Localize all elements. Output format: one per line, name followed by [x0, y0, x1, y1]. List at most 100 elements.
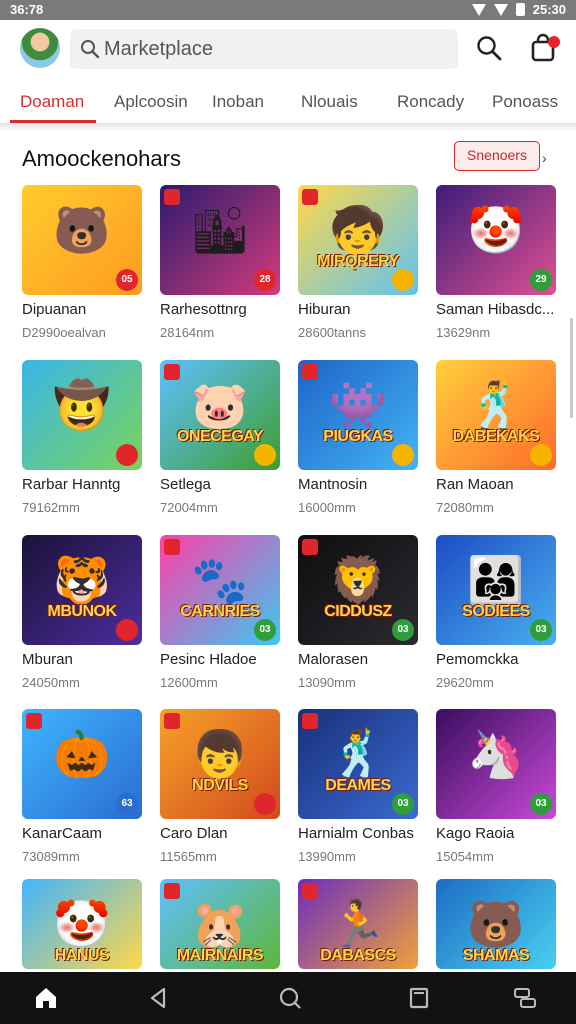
tab-ponoass[interactable]: Ponoass — [492, 92, 558, 112]
app-thumbnail[interactable]: 🤡 29 — [436, 185, 556, 295]
app-thumbnail[interactable]: 🎃 63 — [22, 709, 142, 819]
corner-tag-icon — [164, 189, 180, 205]
rating-badge — [254, 444, 276, 466]
app-meta: 16000mm — [298, 500, 356, 515]
scrollbar[interactable] — [570, 318, 573, 418]
app-artwork-title: DEAMES — [325, 777, 391, 794]
rating-badge: 29 — [530, 269, 552, 291]
app-artwork: 🐻 — [467, 898, 525, 950]
app-meta: 79162mm — [22, 500, 80, 515]
app-artwork: 🐷 — [191, 379, 249, 431]
corner-tag-icon — [26, 713, 42, 729]
app-artwork: 👦 — [191, 728, 249, 780]
app-title: Ran Maoan — [436, 476, 514, 493]
app-artwork-title: DABASCS — [320, 947, 396, 964]
app-thumbnail[interactable]: 🦄 03 — [436, 709, 556, 819]
divider — [0, 124, 576, 132]
app-artwork-title: DABEKAKS — [452, 428, 540, 445]
app-artwork-title: CIDDUSZ — [324, 603, 392, 620]
app-meta: 12600mm — [160, 675, 218, 690]
app-thumbnail[interactable]: 🐾 CARNRIES 03 — [160, 535, 280, 645]
tab-roncady[interactable]: Roncady — [397, 92, 464, 112]
app-title: Dipuanan — [22, 301, 87, 318]
app-title: Rarhesottnrg — [160, 301, 247, 318]
app-thumbnail[interactable]: 🐹 MAIRNAIRS — [160, 879, 280, 969]
rating-badge — [392, 444, 414, 466]
app-meta: D2990oealvan — [22, 325, 106, 340]
app-title: Caro Dlan — [160, 825, 228, 842]
app-artwork-title: MBUNOK — [47, 603, 118, 620]
status-time: 36:78 — [10, 2, 44, 17]
app-thumbnail[interactable]: 🦁 CIDDUSZ 03 — [298, 535, 418, 645]
tab-inoban[interactable]: Inoban — [212, 92, 264, 112]
app-meta: 29620mm — [436, 675, 494, 690]
app-artwork: 🐾 — [191, 554, 249, 606]
switch-icon[interactable] — [512, 985, 538, 1011]
app-artwork-title: CARNRIES — [180, 603, 260, 620]
app-thumbnail[interactable]: 🐻 05 — [22, 185, 142, 295]
app-meta: 28600tanns — [298, 325, 366, 340]
search-icon[interactable] — [474, 33, 504, 63]
corner-tag-icon — [302, 883, 318, 899]
corner-tag-icon — [164, 364, 180, 380]
app-artwork: 🕺 — [329, 728, 387, 780]
app-thumbnail[interactable]: 🧒 MIRQRERY — [298, 185, 418, 295]
app-artwork-title: ONECEGAY — [176, 428, 264, 445]
app-artwork-title: PIUGKAS — [323, 428, 393, 445]
app-artwork: 🕺 — [467, 379, 525, 431]
wifi-icon — [471, 3, 486, 16]
status-icons: 25:30 — [471, 2, 566, 17]
app-artwork: 👾 — [329, 379, 387, 431]
app-thumbnail[interactable]: 🏙 28 — [160, 185, 280, 295]
app-title: Pemomckka — [436, 651, 519, 668]
app-artwork: 🐻 — [53, 204, 111, 256]
search-input[interactable] — [104, 37, 444, 61]
tab-aplcoosin[interactable]: Aplcoosin — [114, 92, 188, 112]
corner-tag-icon — [164, 539, 180, 555]
app-thumbnail[interactable]: 🐯 MBUNOK — [22, 535, 142, 645]
app-title: KanarCaam — [22, 825, 103, 842]
app-thumbnail[interactable]: 👦 NDVILS — [160, 709, 280, 819]
rating-badge: 63 — [116, 793, 138, 815]
app-title: Setlega — [160, 476, 211, 493]
recents-icon[interactable] — [406, 985, 432, 1011]
app-thumbnail[interactable]: 🤠 — [22, 360, 142, 470]
app-meta: 13090mm — [298, 675, 356, 690]
app-artwork: 🤡 — [467, 204, 525, 256]
app-thumbnail[interactable]: 👾 PIUGKAS — [298, 360, 418, 470]
home-icon[interactable] — [33, 985, 59, 1011]
section-title: Amoockenohars — [22, 146, 181, 171]
app-meta: 73089mm — [22, 849, 80, 864]
chevron-right-icon[interactable]: › — [542, 150, 547, 166]
rating-badge: 03 — [392, 619, 414, 641]
rating-badge: 05 — [116, 269, 138, 291]
back-icon[interactable] — [146, 985, 172, 1011]
app-thumbnail[interactable]: 👨‍👩‍👧 SODIEES 03 — [436, 535, 556, 645]
app-thumbnail[interactable]: 🤡 HANUS — [22, 879, 142, 969]
app-thumbnail[interactable]: 🐻 SHAMAS — [436, 879, 556, 969]
tab-nlouais[interactable]: Nlouais — [301, 92, 358, 112]
search-box[interactable] — [70, 29, 458, 69]
app-artwork-title: HANUS — [54, 947, 110, 964]
app-artwork: 🏙 — [190, 204, 250, 256]
section-see-all-button[interactable]: Snenoers — [454, 141, 540, 171]
corner-tag-icon — [302, 539, 318, 555]
app-thumbnail[interactable]: 🕺 DABEKAKS — [436, 360, 556, 470]
search-icon[interactable] — [277, 985, 303, 1011]
app-thumbnail[interactable]: 🏃 DABASCS — [298, 879, 418, 969]
tab-doaman[interactable]: Doaman — [20, 92, 84, 112]
rating-badge — [116, 619, 138, 641]
app-meta: 13629nm — [436, 325, 491, 340]
rating-badge — [254, 793, 276, 815]
app-artwork: 🤡 — [53, 898, 111, 950]
app-thumbnail[interactable]: 🐷 ONECEGAY — [160, 360, 280, 470]
signal-icon — [493, 3, 508, 16]
avatar[interactable] — [20, 28, 60, 68]
app-thumbnail[interactable]: 🕺 DEAMES 03 — [298, 709, 418, 819]
rating-badge: 28 — [254, 269, 276, 291]
rating-badge: 03 — [254, 619, 276, 641]
app-meta: 72080mm — [436, 500, 494, 515]
rating-badge — [392, 269, 414, 291]
app-meta: 28164nm — [160, 325, 215, 340]
status-clock: 25:30 — [532, 2, 566, 17]
